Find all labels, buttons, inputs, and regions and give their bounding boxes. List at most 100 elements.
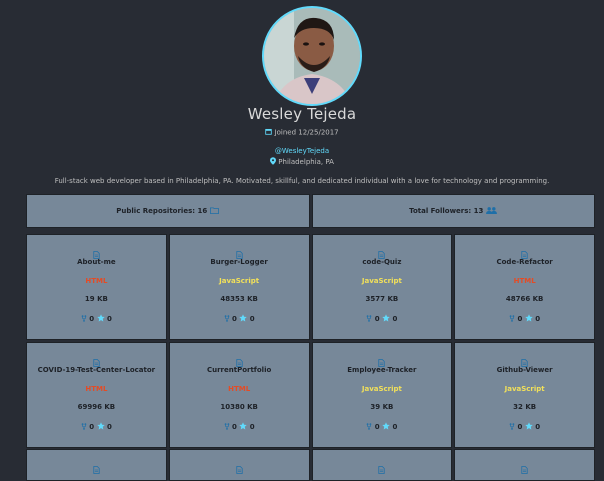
users-icon [486, 206, 498, 216]
repo-language: HTML [228, 385, 251, 393]
map-pin-icon [270, 157, 277, 167]
fork-count: 0 [517, 423, 523, 431]
star-icon [96, 422, 105, 432]
repo-language: HTML [513, 277, 536, 285]
fork-icon [224, 422, 230, 432]
fork-count: 0 [374, 423, 380, 431]
repo-language: JavaScript [361, 277, 402, 285]
fork-icon [366, 422, 372, 432]
star-count: 0 [535, 315, 541, 323]
github-handle-link[interactable]: @WesleyTejeda [0, 147, 604, 155]
repo-counts: 0 0 [27, 422, 166, 432]
repo-size: 32 KB [513, 403, 537, 411]
fork-icon [81, 422, 87, 432]
repo-grid-next-row [26, 449, 595, 481]
fork-icon [509, 314, 515, 324]
repo-counts: 0 0 [455, 422, 594, 432]
repo-name[interactable]: CurrentPortfolio [170, 366, 309, 374]
fork-count: 0 [89, 423, 95, 431]
repo-card[interactable]: Employee-Tracker JavaScript 39 KB 0 0 [311, 342, 453, 448]
repo-name[interactable]: Employee-Tracker [313, 366, 452, 374]
joined-date: Joined 12/25/2017 [0, 128, 604, 137]
avatar-photo [264, 8, 360, 104]
repo-language: HTML [85, 385, 108, 393]
avatar [262, 6, 362, 106]
folder-icon [210, 206, 220, 216]
repo-counts: 0 0 [170, 314, 309, 324]
repo-counts: 0 0 [313, 422, 452, 432]
profile-name: Wesley Tejeda [247, 105, 357, 123]
repo-card-partial[interactable] [168, 449, 310, 481]
repo-name[interactable]: Burger-Logger [170, 258, 309, 266]
followers-label: Total Followers: 13 [409, 207, 484, 215]
fork-count: 0 [232, 315, 237, 323]
star-icon [525, 314, 533, 324]
star-icon [239, 314, 248, 324]
star-icon [525, 422, 533, 432]
stats-bar: Public Repositories: 16 Total Followers:… [26, 194, 595, 228]
repo-size: 3577 KB [365, 295, 399, 303]
repo-counts: 0 0 [27, 314, 166, 324]
fork-icon [509, 422, 515, 432]
file-icon [313, 459, 452, 478]
repo-name[interactable]: Github-Viewer [455, 366, 594, 374]
file-icon [455, 459, 594, 478]
repo-card-partial[interactable] [26, 449, 167, 481]
star-icon [382, 314, 390, 324]
star-count: 0 [392, 315, 398, 323]
repo-card[interactable]: code-Quiz JavaScript 3577 KB 0 0 [311, 234, 453, 340]
repo-size: 19 KB [84, 295, 108, 303]
repo-grid: About-me HTML 19 KB 0 0 Burger-Logger JavaSc… [26, 234, 595, 448]
star-icon [96, 314, 105, 324]
repo-card[interactable]: About-me HTML 19 KB 0 0 [26, 234, 167, 340]
repo-card[interactable]: COVID-19-Test-Center-Locator HTML 69996 KB… [26, 342, 167, 448]
public-repos-stat: Public Repositories: 16 [26, 194, 310, 228]
repo-size: 48766 KB [505, 295, 544, 303]
star-icon [382, 422, 390, 432]
repo-card-partial[interactable] [311, 449, 453, 481]
star-icon [239, 422, 248, 432]
star-count: 0 [107, 315, 112, 323]
fork-icon [81, 314, 87, 324]
bio: Full-stack web developer based in Philad… [54, 177, 550, 185]
fork-count: 0 [232, 423, 237, 431]
fork-icon [224, 314, 230, 324]
repo-language: JavaScript [219, 277, 260, 285]
repo-language: JavaScript [504, 385, 545, 393]
file-icon [170, 459, 309, 478]
star-count: 0 [535, 423, 541, 431]
repo-language: JavaScript [361, 385, 402, 393]
repo-name[interactable]: COVID-19-Test-Center-Locator [27, 366, 166, 374]
fork-count: 0 [517, 315, 523, 323]
joined-text: Joined 12/25/2017 [274, 128, 339, 137]
star-count: 0 [249, 423, 255, 431]
repo-size: 69996 KB [77, 403, 116, 411]
public-repos-label: Public Repositories: 16 [116, 207, 208, 215]
repo-card[interactable]: Code-Refactor HTML 48766 KB 0 0 [454, 234, 595, 340]
repo-name[interactable]: code-Quiz [313, 258, 452, 266]
followers-stat: Total Followers: 13 [311, 194, 595, 228]
calendar-icon [265, 128, 273, 137]
file-icon [27, 459, 166, 478]
repo-card-partial[interactable] [454, 449, 595, 481]
repo-name[interactable]: Code-Refactor [455, 258, 594, 266]
location-text: Philadelphia, PA [278, 158, 334, 166]
repo-counts: 0 0 [455, 314, 594, 324]
repo-counts: 0 0 [170, 422, 309, 432]
repo-card[interactable]: Burger-Logger JavaScript 48353 KB 0 0 [168, 234, 310, 340]
repo-counts: 0 0 [313, 314, 452, 324]
repo-card[interactable]: Github-Viewer JavaScript 32 KB 0 0 [454, 342, 595, 448]
star-count: 0 [392, 423, 398, 431]
fork-icon [366, 314, 372, 324]
star-count: 0 [249, 315, 255, 323]
fork-count: 0 [89, 315, 95, 323]
repo-size: 39 KB [370, 403, 394, 411]
repo-card[interactable]: CurrentPortfolio HTML 10380 KB 0 0 [168, 342, 310, 448]
repo-language: HTML [85, 277, 108, 285]
star-count: 0 [107, 423, 112, 431]
repo-name[interactable]: About-me [27, 258, 166, 266]
location: Philadelphia, PA [0, 157, 604, 167]
repo-size: 48353 KB [220, 295, 258, 303]
fork-count: 0 [374, 315, 380, 323]
repo-size: 10380 KB [220, 403, 258, 411]
